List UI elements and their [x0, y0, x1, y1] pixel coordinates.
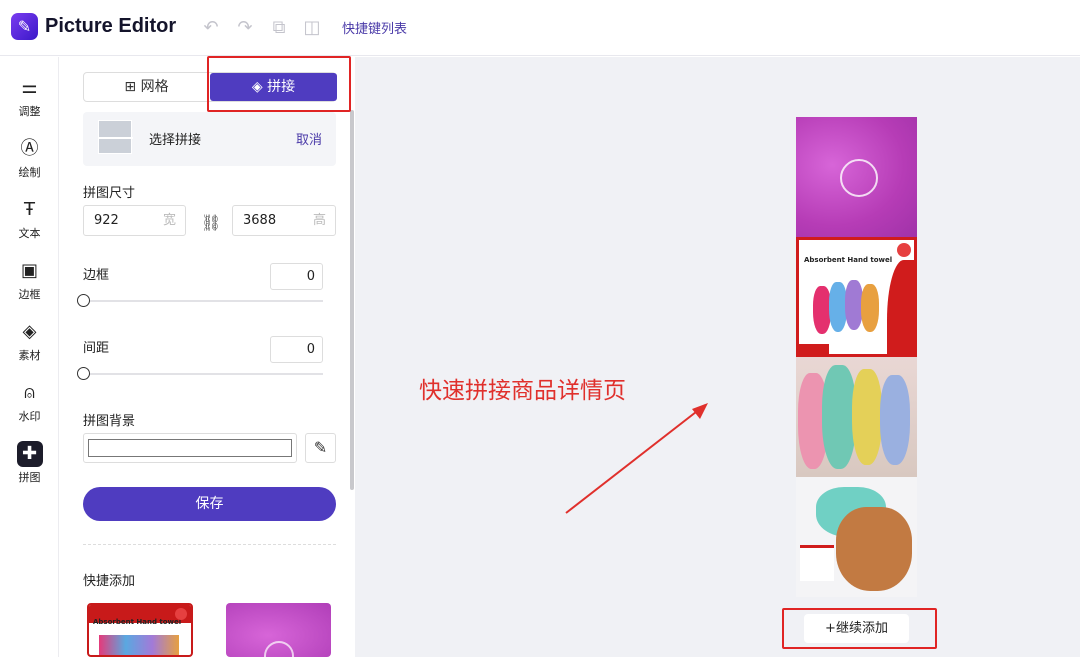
- nav-label: 边框: [18, 288, 41, 301]
- app-logo-icon: ✎: [11, 13, 38, 40]
- grid-icon: ⊞: [124, 79, 141, 95]
- towel-orange: [861, 284, 879, 332]
- tab-grid-label: 网格: [140, 79, 169, 95]
- spacing-slider-track[interactable]: [83, 373, 323, 375]
- nav-label: 素材: [18, 349, 41, 362]
- nav-label: 水印: [18, 410, 41, 423]
- height-value: 3688: [243, 213, 277, 228]
- canvas-area: [355, 57, 1080, 657]
- cancel-link[interactable]: 取消: [296, 129, 322, 148]
- select-splice-label: 选择拼接: [149, 133, 202, 148]
- towel-brown: [836, 507, 912, 591]
- shortcut-list-link[interactable]: 快捷键列表: [342, 18, 407, 37]
- border-icon: ▣: [20, 260, 38, 281]
- nav-label: 拼图: [18, 471, 41, 484]
- nav-item-adjust[interactable]: ⚌ 调整: [0, 75, 59, 131]
- nav-item-watermark[interactable]: ⍝ 水印: [0, 380, 59, 436]
- border-label: 边框: [83, 268, 110, 283]
- splice-layout-thumbnail[interactable]: [98, 120, 133, 154]
- annotation-text: 快速拼接商品详情页: [419, 378, 626, 404]
- collage-tile[interactable]: [796, 477, 917, 597]
- highlight-box: [782, 608, 937, 649]
- brand-logo-icon: [175, 608, 187, 620]
- background-color-field[interactable]: [83, 433, 297, 463]
- collage-tile[interactable]: Absorbent Hand towel: [796, 237, 917, 357]
- pen-icon: Ⓐ: [20, 138, 39, 159]
- card-title: Absorbent Hand towel: [93, 618, 182, 626]
- towel-yellow: [852, 369, 882, 465]
- quick-add-item[interactable]: Absorbent Hand towel: [87, 603, 193, 657]
- panel-scrollbar[interactable]: [350, 110, 354, 490]
- nav-item-draw[interactable]: Ⓐ 绘制: [0, 136, 59, 192]
- towel-teal: [822, 365, 856, 469]
- height-input[interactable]: 3688 高: [232, 205, 336, 236]
- split-view-icon[interactable]: ◫: [301, 17, 323, 39]
- red-swoosh: [887, 260, 914, 354]
- red-footer: [799, 344, 829, 354]
- crop-compare-icon[interactable]: ⧉: [268, 17, 290, 39]
- arrow-line: [565, 404, 706, 514]
- redo-icon[interactable]: ↷: [234, 17, 256, 39]
- spacing-slider-thumb[interactable]: [77, 367, 90, 380]
- nav-label: 调整: [18, 105, 41, 118]
- watermark-icon: ⍝: [24, 382, 35, 403]
- rotate-ring-icon: [264, 641, 294, 657]
- selection-box: 选择拼接 取消: [83, 112, 336, 166]
- rotate-ring-icon[interactable]: [840, 159, 878, 197]
- app-title: Picture Editor: [45, 15, 177, 37]
- collage-tile[interactable]: [796, 117, 917, 237]
- left-nav: ⚌ 调整 Ⓐ 绘制 Ŧ 文本 ▣ 边框 ◈ 素材 ⍝ 水印 ✚ 拼图: [0, 57, 59, 657]
- annotation-arrow: [565, 403, 708, 514]
- nav-item-collage[interactable]: ✚ 拼图: [0, 441, 59, 497]
- product-card: [800, 545, 834, 581]
- width-unit: 宽: [162, 213, 176, 228]
- width-value: 922: [94, 213, 119, 228]
- size-label: 拼图尺寸: [83, 186, 136, 201]
- spacing-value-input[interactable]: 0: [270, 336, 323, 363]
- undo-icon[interactable]: ↶: [200, 17, 222, 39]
- arrow-head: [692, 403, 708, 419]
- eyedropper-icon[interactable]: ✎: [305, 433, 336, 463]
- border-value-input[interactable]: 0: [270, 263, 323, 290]
- tile-title: Absorbent Hand towel: [804, 256, 893, 264]
- tab-grid[interactable]: ⊞ 网格: [84, 73, 209, 101]
- nav-label: 绘制: [18, 166, 41, 179]
- brand-logo-icon: [897, 243, 911, 257]
- nav-label: 文本: [18, 227, 41, 240]
- divider: [83, 544, 336, 545]
- shapes-icon: ◈: [22, 321, 37, 342]
- height-unit: 高: [312, 213, 326, 228]
- towel-blue: [880, 375, 910, 465]
- highlight-box: [207, 56, 351, 112]
- quick-add-item[interactable]: [226, 603, 331, 657]
- sliders-icon: ⚌: [21, 77, 38, 98]
- spacing-label: 间距: [83, 341, 110, 356]
- background-color-swatch: [88, 439, 292, 457]
- puzzle-icon: ✚: [16, 441, 43, 467]
- width-input[interactable]: 922 宽: [83, 205, 186, 236]
- background-label: 拼图背景: [83, 414, 136, 429]
- quick-add-label: 快捷添加: [83, 574, 136, 589]
- border-slider-track[interactable]: [83, 300, 323, 302]
- link-ratio-icon[interactable]: ⛓: [201, 213, 221, 232]
- border-slider-thumb[interactable]: [77, 294, 90, 307]
- text-icon: Ŧ: [24, 199, 35, 220]
- collage-tile[interactable]: [796, 357, 917, 477]
- nav-item-materials[interactable]: ◈ 素材: [0, 319, 59, 375]
- top-bar: ✎ Picture Editor ↶ ↷ ⧉ ◫ 快捷键列表: [0, 0, 1080, 56]
- towel-image: [99, 635, 179, 655]
- save-button[interactable]: 保存: [83, 487, 336, 521]
- nav-item-border[interactable]: ▣ 边框: [0, 258, 59, 314]
- nav-item-text[interactable]: Ŧ 文本: [0, 197, 59, 253]
